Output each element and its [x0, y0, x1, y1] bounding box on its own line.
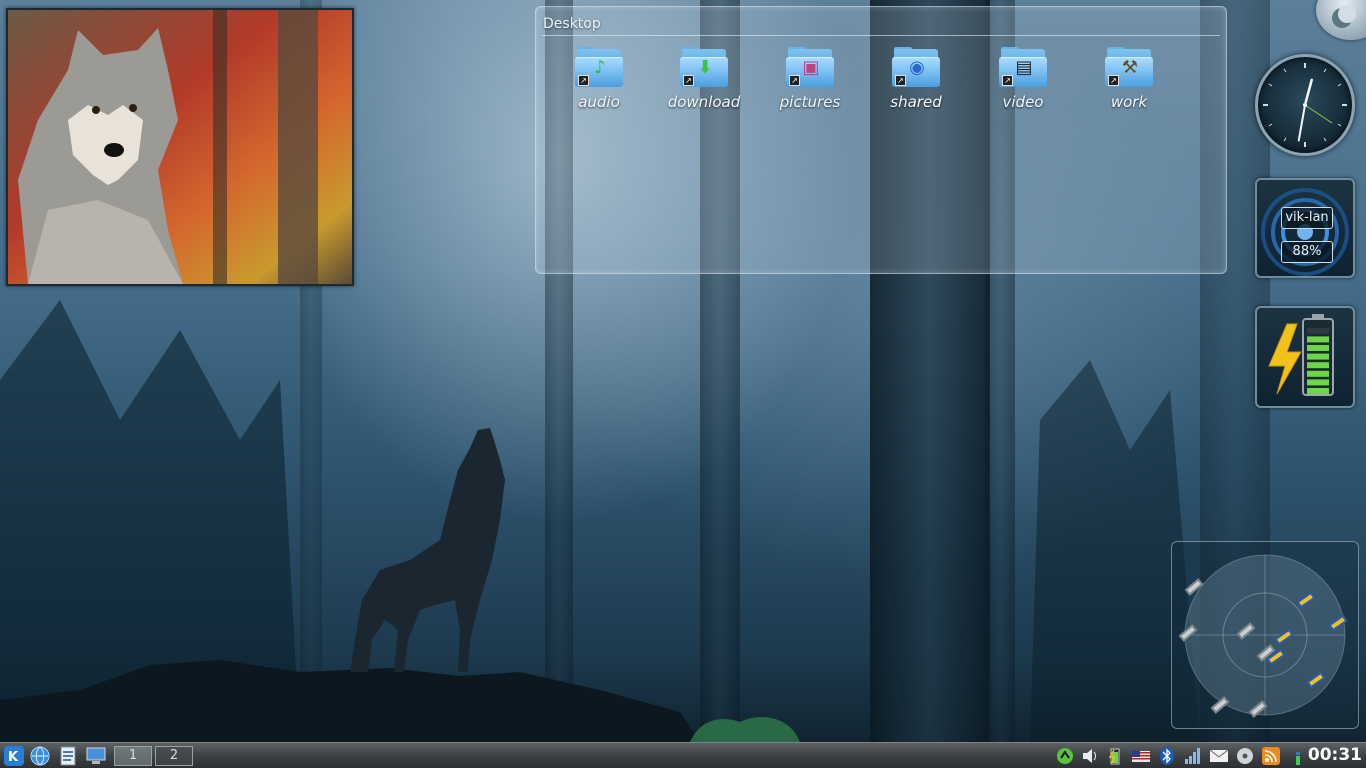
satellite-radar-widget[interactable]: [1171, 541, 1359, 729]
file-label: audio: [578, 93, 620, 111]
download-arrow-icon: ⬇: [697, 57, 713, 78]
folder-video[interactable]: ▤ ↗ video: [978, 47, 1068, 123]
analog-clock-widget[interactable]: [1255, 54, 1355, 156]
battery-bar: [1307, 370, 1329, 377]
second-hand: [1304, 104, 1333, 124]
minute-hand: [1297, 104, 1306, 142]
symlink-icon: ↗: [789, 75, 800, 86]
folder-icon: ◉ ↗: [892, 47, 940, 87]
music-note-icon: ♪: [594, 57, 606, 78]
folder-download[interactable]: ⬇ ↗ download: [659, 47, 749, 123]
radar-display: [1178, 554, 1348, 718]
desktop-toolbox-button[interactable]: [1316, 0, 1366, 40]
folderview-title: Desktop: [543, 16, 601, 32]
file-label: work: [1110, 93, 1148, 111]
battery-bar: [1307, 327, 1329, 334]
volume-icon[interactable]: [1080, 746, 1100, 766]
file-label: video: [1002, 93, 1044, 111]
folderview-desktop[interactable]: Desktop ♪ ↗ audio ⬇ ↗ download ▣ ↗ pictu…: [535, 6, 1227, 274]
disk-icon[interactable]: [1235, 746, 1255, 766]
satellite-inactive-icon: [1210, 696, 1230, 714]
symlink-icon: ↗: [1002, 75, 1013, 86]
network-name: vik-lan: [1281, 207, 1333, 229]
folder-icon: ♪ ↗: [575, 47, 623, 87]
picture-icon: ▣: [802, 57, 820, 78]
globe-icon: [30, 746, 50, 766]
show-desktop-button[interactable]: [84, 745, 108, 767]
folder-icon: ▣ ↗: [786, 47, 834, 87]
signal-strength: 88%: [1281, 241, 1333, 263]
battery-bar: [1307, 345, 1329, 351]
battery-bar: [1307, 362, 1329, 369]
folder-icon: ▤ ↗: [999, 47, 1047, 87]
globe-icon: ◉: [909, 57, 925, 78]
svg-text:K: K: [8, 750, 19, 765]
battery-icon[interactable]: [1105, 746, 1125, 766]
pager-desktop-1[interactable]: 1: [114, 746, 152, 766]
battery-bar: [1307, 353, 1329, 360]
wolf-photo: [8, 10, 352, 284]
document-icon: [60, 746, 76, 766]
moon-icon: [1332, 5, 1356, 28]
folder-icon: ⚒ ↗: [1105, 47, 1153, 87]
pager-desktop-2[interactable]: 2: [155, 746, 193, 766]
battery-bar: [1307, 336, 1329, 343]
clapperboard-icon: ▤: [1015, 57, 1033, 78]
hour-hand: [1303, 78, 1313, 107]
bluetooth-icon[interactable]: [1157, 746, 1177, 766]
signal-strength-icon[interactable]: [1183, 746, 1203, 766]
battery-bar: [1307, 388, 1329, 394]
application-launcher-button[interactable]: K: [2, 745, 26, 767]
file-manager-launcher[interactable]: [56, 745, 80, 767]
clock-face: [1263, 63, 1347, 147]
folderview-separator: [542, 35, 1220, 36]
symlink-icon: ↗: [578, 75, 589, 86]
file-label: pictures: [779, 93, 841, 111]
bottom-panel: K 1 2 00:31: [0, 742, 1366, 768]
folder-icon: ⬇ ↗: [680, 47, 728, 87]
monitor-icon: [86, 747, 106, 764]
battery-bar: [1307, 379, 1329, 386]
folder-audio[interactable]: ♪ ↗ audio: [554, 47, 644, 123]
network-monitor-widget[interactable]: vik-lan 88%: [1255, 178, 1355, 278]
network-manager-icon[interactable]: [1055, 746, 1075, 766]
file-label: download: [667, 93, 741, 111]
file-label: shared: [890, 93, 942, 111]
folder-pictures[interactable]: ▣ ↗ pictures: [765, 47, 855, 123]
mail-icon[interactable]: [1209, 746, 1229, 766]
symlink-icon: ↗: [683, 75, 694, 86]
folder-work[interactable]: ⚒ ↗ work: [1084, 47, 1174, 123]
panel-clock[interactable]: 00:31: [1308, 745, 1362, 765]
kde-logo-icon: K: [4, 746, 24, 766]
web-browser-launcher[interactable]: [28, 745, 52, 767]
folder-shared[interactable]: ◉ ↗ shared: [871, 47, 961, 123]
symlink-icon: ↗: [1108, 75, 1119, 86]
symlink-icon: ↗: [895, 75, 906, 86]
photo-frame-widget[interactable]: [6, 8, 354, 286]
battery-monitor-widget[interactable]: [1255, 306, 1355, 408]
hammer-icon: ⚒: [1121, 57, 1139, 78]
rss-icon[interactable]: [1261, 746, 1281, 766]
system-monitor-icon[interactable]: [1288, 746, 1308, 766]
battery-charging-icon: [1268, 314, 1334, 396]
keyboard-layout-icon[interactable]: [1131, 746, 1151, 766]
